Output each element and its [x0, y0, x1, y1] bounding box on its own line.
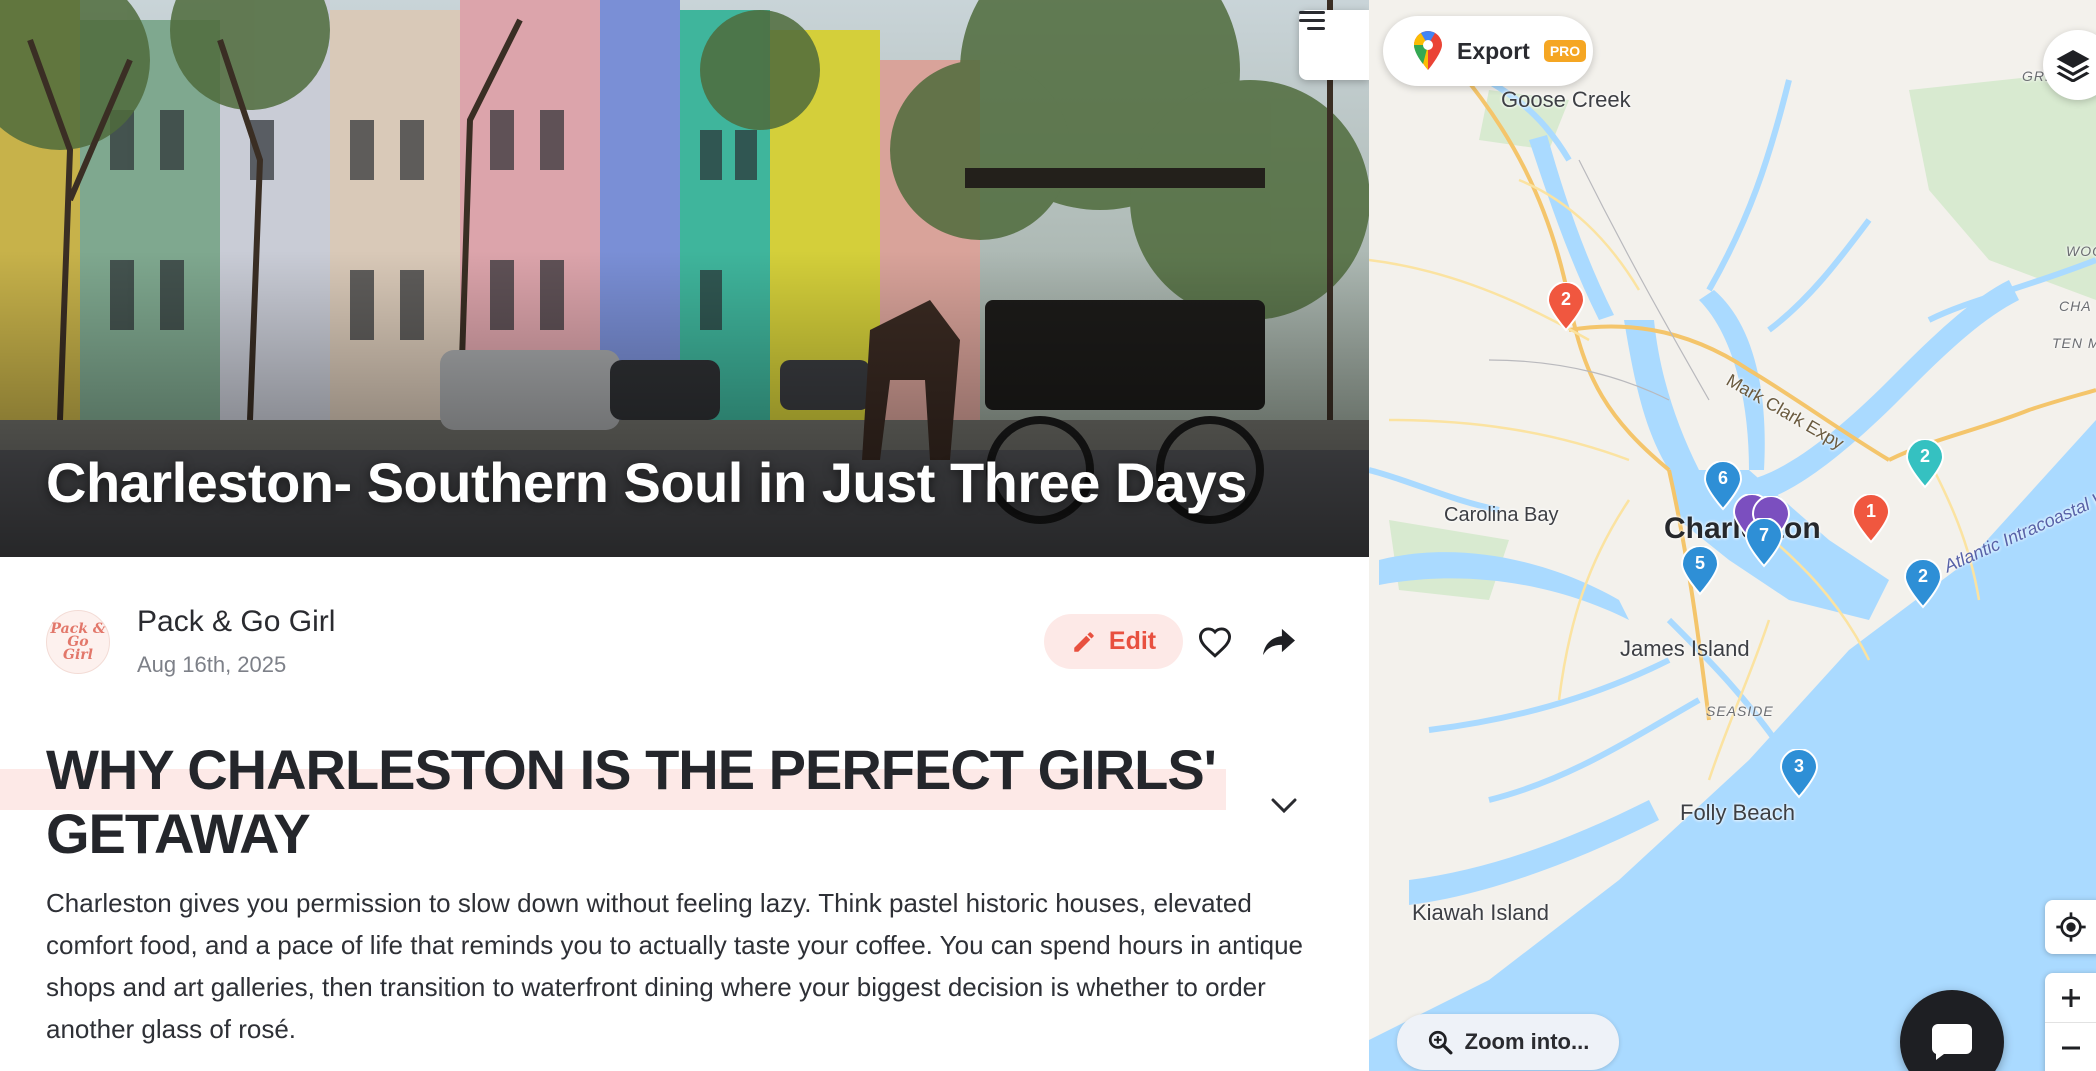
heart-outline-icon	[1198, 627, 1232, 658]
edit-button[interactable]: Edit	[1044, 614, 1183, 669]
like-button[interactable]	[1192, 619, 1238, 665]
pin-number: 7	[1758, 525, 1769, 545]
google-maps-pin-icon	[1414, 31, 1442, 70]
pin-number: 3	[1793, 756, 1804, 776]
post-date: Aug 16th, 2025	[137, 652, 287, 677]
menu-button[interactable]	[1299, 10, 1369, 80]
article-pane: Charleston- Southern Soul in Just Three …	[0, 0, 1369, 1071]
share-button[interactable]	[1256, 619, 1302, 665]
map-label-edge-woo: WOO	[2066, 243, 2096, 259]
hamburger-icon	[1299, 11, 1325, 30]
map-label-folly-beach: Folly Beach	[1680, 800, 1795, 825]
chevron-down-icon	[1271, 798, 1297, 814]
pro-badge: PRO	[1543, 40, 1587, 62]
map-pin[interactable]: 7	[1744, 518, 1784, 568]
crosshair-locate-icon	[2056, 912, 2086, 942]
map-pin[interactable]: 2	[1546, 282, 1586, 332]
minus-icon	[2062, 1046, 2080, 1050]
pin-number: 2	[1919, 446, 1930, 466]
zoom-in-button[interactable]	[2045, 973, 2096, 1023]
avatar[interactable]: Pack & Go Girl	[46, 610, 110, 674]
pin-number: 2	[1917, 566, 1928, 586]
pin-number: 1	[1865, 501, 1876, 521]
map-label-kiawah-island: Kiawah Island	[1412, 900, 1549, 925]
map-label-goose-creek: Goose Creek	[1501, 87, 1631, 112]
pencil-icon	[1074, 631, 1094, 652]
map-panel[interactable]: Goose Creek Carolina Bay Charleston Jame…	[1369, 0, 2096, 1071]
author-name[interactable]: Pack & Go Girl	[137, 605, 335, 639]
article-title: Charleston- Southern Soul in Just Three …	[46, 451, 1247, 514]
zoom-controls	[2045, 973, 2096, 1071]
share-arrow-icon	[1263, 628, 1295, 656]
map-pin[interactable]: 5	[1680, 546, 1720, 596]
export-button[interactable]: Export PRO	[1383, 16, 1593, 86]
zoom-out-button[interactable]	[2045, 1023, 2096, 1071]
plus-icon	[2062, 988, 2080, 1007]
section-body-text: Charleston gives you permission to slow …	[46, 888, 1303, 1044]
map-pin[interactable]: 3	[1779, 749, 1819, 799]
avatar-logo-text: Pack & Go Girl	[50, 620, 106, 663]
app-root: Charleston- Southern Soul in Just Three …	[0, 0, 2096, 1071]
map-label-edge-cha: CHA	[2059, 298, 2092, 314]
map-label-edge-ten: TEN M	[2052, 335, 2096, 351]
map-label-james-island: James Island	[1620, 636, 1750, 661]
map-pin[interactable]: 2	[1903, 559, 1943, 609]
pin-number: 5	[1694, 553, 1705, 573]
hero-image: Charleston- Southern Soul in Just Three …	[0, 0, 1369, 557]
map-label-seaside: SEASIDE	[1706, 703, 1774, 719]
zoom-into-button[interactable]: Zoom into...	[1397, 1014, 1619, 1070]
pin-number: 2	[1560, 289, 1571, 309]
layers-icon	[2056, 50, 2090, 82]
pin-number: 6	[1717, 468, 1728, 488]
chat-bubble-icon	[1931, 1024, 1972, 1060]
export-label: Export	[1457, 37, 1530, 64]
my-location-button[interactable]	[2045, 900, 2096, 954]
section-heading: WHY CHARLESTON IS THE PERFECT GIRLS' GET…	[46, 738, 1217, 865]
author-row: Pack & Go Girl Pack & Go Girl Aug 16th, 20…	[0, 557, 1369, 727]
map-pin[interactable]: 2	[1905, 439, 1945, 489]
section-collapse-toggle[interactable]	[1264, 786, 1304, 826]
map-pin[interactable]: 1	[1851, 494, 1891, 544]
zoom-in-magnifier-icon	[1428, 1030, 1453, 1055]
zoom-into-label: Zoom into...	[1464, 1029, 1590, 1054]
edit-label: Edit	[1108, 627, 1157, 655]
map-label-carolina-bay: Carolina Bay	[1444, 504, 1559, 526]
